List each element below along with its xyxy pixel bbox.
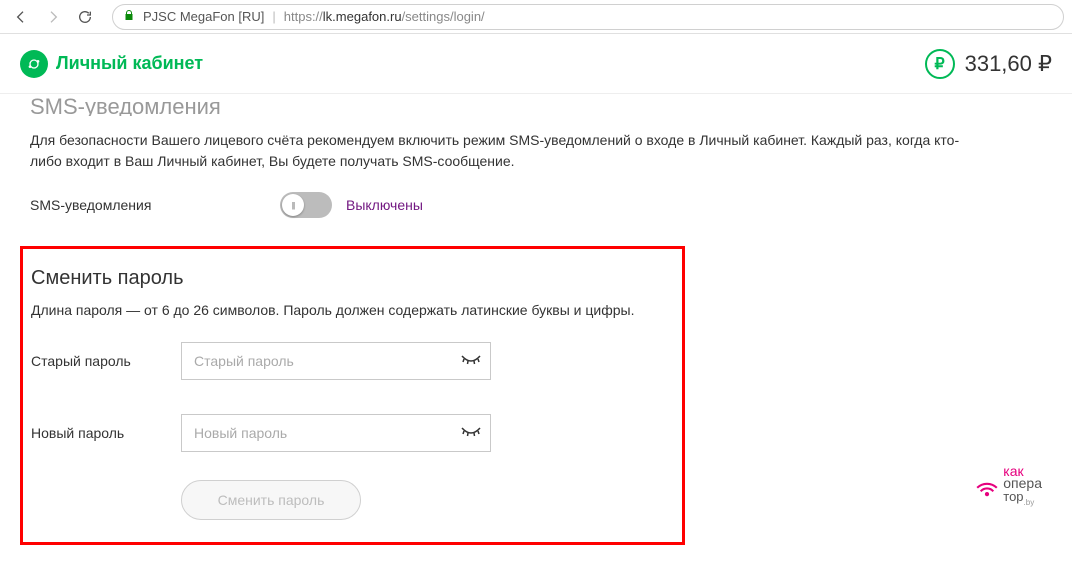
password-title: Сменить пароль	[31, 267, 674, 290]
site-header: Личный кабинет ₽ 331,60 ₽	[0, 34, 1072, 94]
new-password-input[interactable]	[181, 414, 491, 452]
sms-toggle-row: SMS-уведомления ||| Выключены	[30, 192, 1042, 218]
url-bar[interactable]: PJSC MegaFon [RU] | https://lk.megafon.r…	[112, 4, 1064, 30]
new-password-row: Новый пароль	[31, 414, 674, 452]
old-password-label: Старый пароль	[31, 353, 181, 369]
forward-button[interactable]	[40, 4, 66, 30]
watermark-sub: .by	[1024, 498, 1035, 507]
url-path: /settings/login/	[402, 9, 485, 24]
balance[interactable]: ₽ 331,60 ₽	[925, 49, 1052, 79]
reload-button[interactable]	[72, 4, 98, 30]
browser-chrome: PJSC MegaFon [RU] | https://lk.megafon.r…	[0, 0, 1072, 34]
sms-toggle-label: SMS-уведомления	[30, 197, 280, 213]
sms-toggle-status: Выключены	[346, 197, 423, 213]
new-password-label: Новый пароль	[31, 425, 181, 441]
lock-icon	[123, 9, 135, 24]
sms-section-title: SMS-уведомления	[30, 94, 1042, 116]
password-desc: Длина пароля — от 6 до 26 символов. Паро…	[31, 302, 674, 318]
change-password-section: Сменить пароль Длина пароля — от 6 до 26…	[20, 246, 685, 545]
eye-icon[interactable]	[459, 421, 483, 445]
eye-icon[interactable]	[459, 349, 483, 373]
url-separator: |	[272, 9, 275, 24]
watermark-line3: тор	[1003, 489, 1023, 504]
watermark: как опера тор.by	[973, 465, 1042, 506]
sms-toggle[interactable]: |||	[280, 192, 332, 218]
logo-icon	[20, 50, 48, 78]
brand-title: Личный кабинет	[56, 53, 203, 74]
content: SMS-уведомления Для безопасности Вашего …	[0, 94, 1072, 575]
change-password-button[interactable]: Сменить пароль	[181, 480, 361, 520]
toggle-knob: |||	[282, 194, 304, 216]
origin-label: PJSC MegaFon [RU]	[143, 9, 264, 24]
old-password-input[interactable]	[181, 342, 491, 380]
ruble-icon: ₽	[925, 49, 955, 79]
old-password-row: Старый пароль	[31, 342, 674, 380]
sms-section-desc: Для безопасности Вашего лицевого счёта р…	[30, 130, 970, 172]
balance-value: 331,60 ₽	[965, 51, 1052, 77]
url-scheme: https://	[284, 9, 323, 24]
logo[interactable]: Личный кабинет	[20, 50, 203, 78]
url-host: lk.megafon.ru	[323, 9, 402, 24]
wifi-icon	[973, 471, 1001, 499]
submit-row: Сменить пароль	[181, 480, 674, 520]
back-button[interactable]	[8, 4, 34, 30]
